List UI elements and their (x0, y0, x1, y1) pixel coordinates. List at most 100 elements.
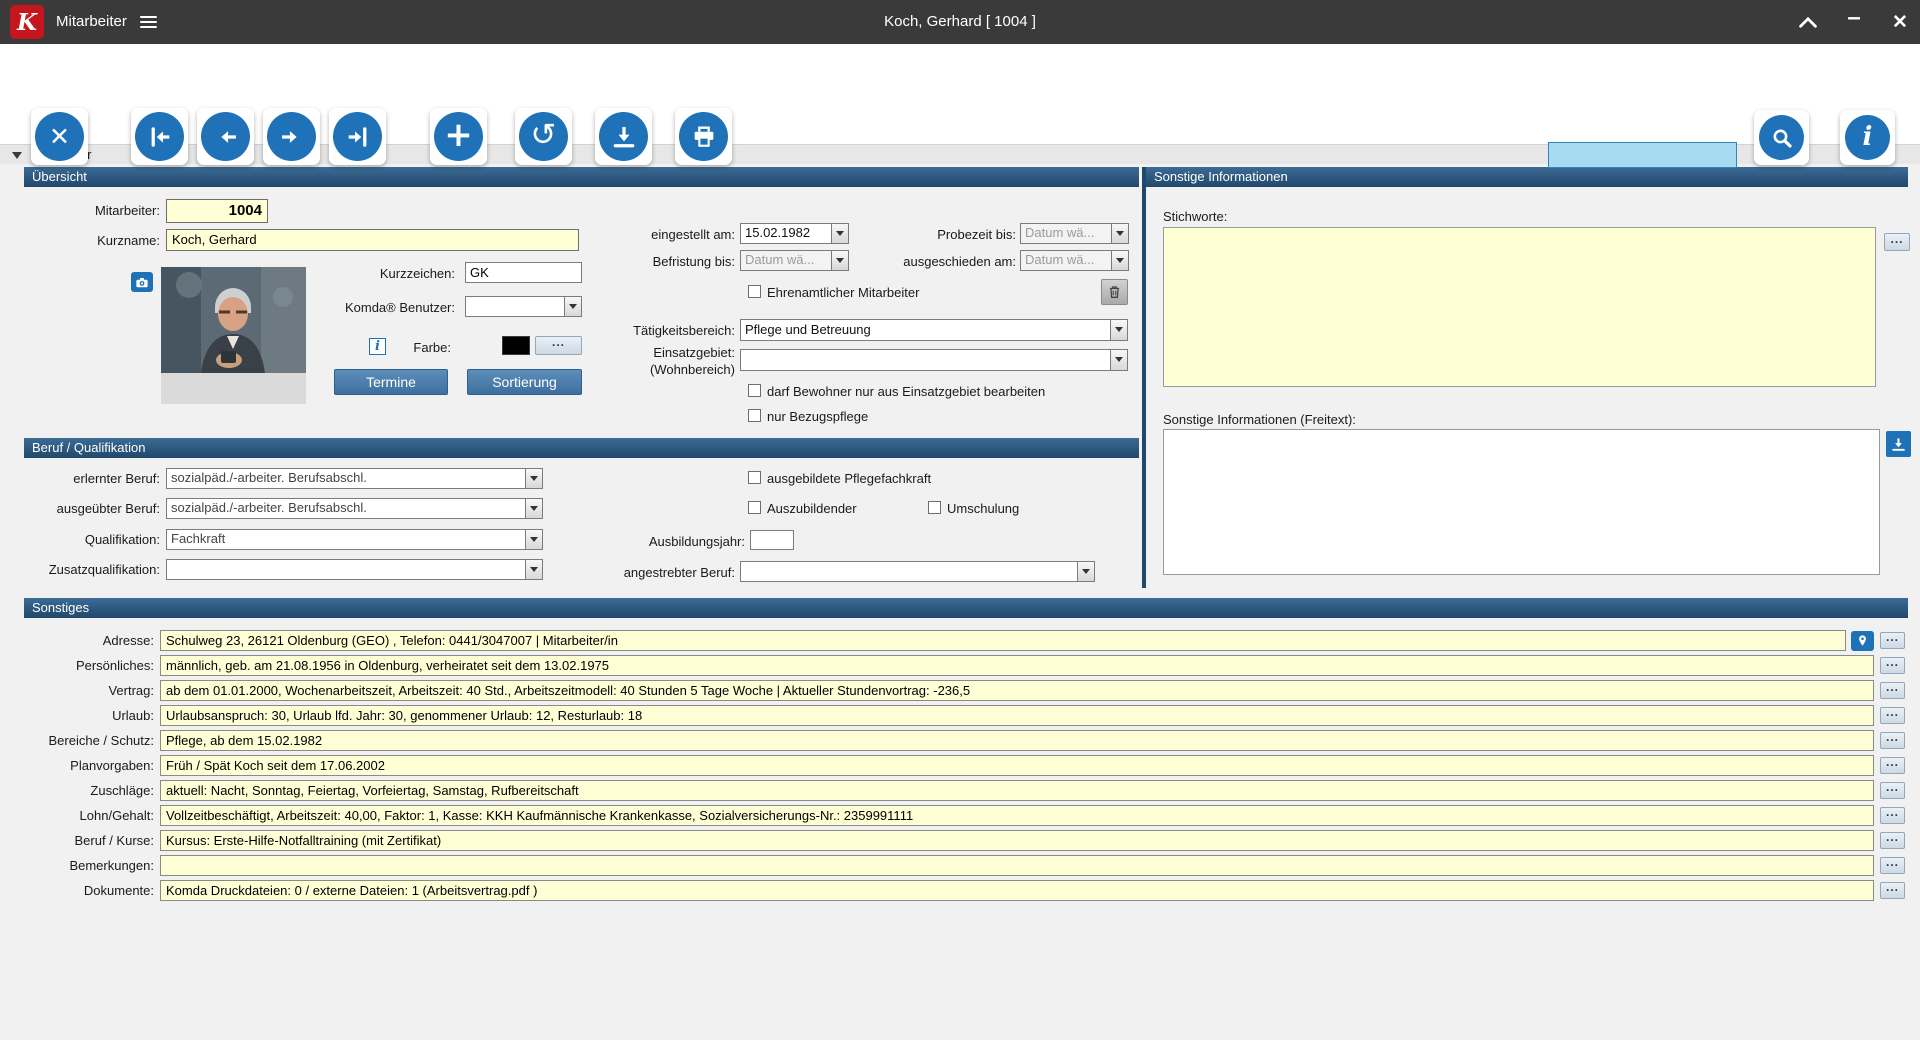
ellipsis-button[interactable]: ... (1880, 656, 1905, 674)
chevron-down-icon[interactable] (564, 297, 581, 316)
befristung-date-select[interactable]: Datum wä... (740, 250, 849, 271)
einsatzgebiet-sublabel: (Wohnbereich) (649, 362, 735, 377)
einsatzgebiet-select[interactable] (740, 349, 1128, 371)
chevron-down-icon[interactable] (1111, 251, 1128, 270)
chevron-down-icon[interactable] (831, 251, 848, 270)
urlaub-field[interactable]: Urlaubsanspruch: 30, Urlaub lfd. Jahr: 3… (160, 705, 1874, 726)
hamburger-menu-icon[interactable] (140, 16, 157, 31)
zuschlaege-field[interactable]: aktuell: Nacht, Sonntag, Feiertag, Vorfe… (160, 780, 1874, 801)
kurse-field[interactable]: Kursus: Erste-Hilfe-Notfalltraining (mit… (160, 830, 1874, 851)
ellipsis-button[interactable]: ... (1880, 806, 1905, 824)
row-label: Lohn/Gehalt: (79, 808, 154, 823)
pflegefachkraft-checkbox-label: ausgebildete Pflegefachkraft (767, 471, 932, 486)
ausgeuebter-beruf-select[interactable]: sozialpäd./-arbeiter. Berufsabschl. (166, 498, 543, 519)
ellipsis-button[interactable]: ... (1880, 756, 1905, 774)
ellipsis-button[interactable]: ... (1880, 631, 1905, 649)
sortierung-button[interactable]: Sortierung (467, 369, 582, 395)
kurzname-field[interactable]: Koch, Gerhard (166, 229, 579, 251)
zusatzqualifikation-select[interactable] (166, 559, 543, 580)
row-label: Planvorgaben: (70, 758, 154, 773)
chevron-down-icon[interactable] (525, 560, 542, 579)
first-record-button[interactable] (131, 108, 188, 165)
color-info-icon[interactable]: i (369, 338, 386, 355)
row-label: Zuschläge: (90, 783, 154, 798)
map-pin-button[interactable] (1851, 630, 1874, 651)
eingestellt-date-select[interactable]: 15.02.1982 (740, 223, 849, 244)
adresse-field[interactable]: Schulweg 23, 26121 Oldenburg (GEO) , Tel… (160, 630, 1846, 651)
probezeit-date-select[interactable]: Datum wä... (1020, 223, 1129, 244)
row-label: Bemerkungen: (69, 858, 154, 873)
ellipsis-button[interactable]: ... (1880, 781, 1905, 799)
color-swatch[interactable] (502, 336, 530, 355)
ellipsis-button[interactable]: ... (1880, 706, 1905, 724)
qualifikation-select[interactable]: Fachkraft (166, 529, 543, 550)
planvorgaben-field[interactable]: Früh / Spät Koch seit dem 17.06.2002 (160, 755, 1874, 776)
print-button[interactable] (675, 108, 732, 165)
undo-button[interactable]: ↺ (515, 108, 572, 165)
triangle-down-icon[interactable] (12, 152, 22, 159)
app-label: Mitarbeiter (56, 13, 127, 30)
stichworte-ellipsis-button[interactable]: ... (1884, 233, 1910, 251)
angestrebter-beruf-label: angestrebter Beruf: (623, 565, 735, 580)
chevron-down-icon[interactable] (525, 499, 542, 518)
umschulung-checkbox-label: Umschulung (947, 501, 1020, 516)
delete-button[interactable] (1101, 279, 1128, 305)
summary-row-adresse: Adresse: Schulweg 23, 26121 Oldenburg (G… (0, 630, 1920, 651)
umschulung-checkbox[interactable] (928, 501, 941, 514)
bereiche-field[interactable]: Pflege, ab dem 15.02.1982 (160, 730, 1874, 751)
lohn-field[interactable]: Vollzeitbeschäftigt, Arbeitszeit: 40,00,… (160, 805, 1874, 826)
summary-row-bemerkungen: Bemerkungen: ... (0, 855, 1920, 876)
ausbildungsjahr-field[interactable] (750, 530, 794, 550)
probezeit-label: Probezeit bis: (937, 227, 1016, 242)
ehrenamt-checkbox[interactable] (748, 285, 761, 298)
info-button[interactable]: i (1840, 110, 1895, 165)
auszubildender-checkbox[interactable] (748, 501, 761, 514)
next-record-button[interactable] (263, 108, 320, 165)
einsatzgebiet-checkbox[interactable] (748, 384, 761, 397)
add-record-button[interactable]: + (430, 108, 487, 165)
ellipsis-button[interactable]: ... (1880, 856, 1905, 874)
chevron-down-icon[interactable] (525, 469, 542, 488)
kurzzeichen-field[interactable]: GK (465, 262, 582, 283)
termine-button[interactable]: Termine (334, 369, 448, 395)
taetigkeitsbereich-select[interactable]: Pflege und Betreuung (740, 319, 1128, 341)
quick-search-input[interactable] (1548, 142, 1737, 168)
minimize-button[interactable]: – (1842, 4, 1866, 36)
chevron-down-icon[interactable] (1077, 562, 1094, 581)
ellipsis-button[interactable]: ... (1880, 731, 1905, 749)
previous-record-button[interactable] (197, 108, 254, 165)
close-window-button[interactable]: ✕ (1888, 8, 1912, 36)
bezugspflege-checkbox[interactable] (748, 409, 761, 422)
komda-benutzer-select[interactable] (465, 296, 582, 317)
freitext-textarea[interactable] (1163, 429, 1880, 575)
close-record-button[interactable]: ✕ (31, 108, 88, 165)
rollup-window-button[interactable] (1796, 8, 1820, 36)
chevron-down-icon[interactable] (1110, 350, 1127, 370)
ellipsis-button[interactable]: ... (1880, 681, 1905, 699)
chevron-down-icon[interactable] (1111, 224, 1128, 243)
ellipsis-button[interactable]: ... (1880, 881, 1905, 899)
save-button[interactable] (595, 108, 652, 165)
pflegefachkraft-checkbox[interactable] (748, 471, 761, 484)
mitarbeiter-number-field[interactable]: 1004 (166, 199, 268, 223)
last-record-button[interactable] (329, 108, 386, 165)
vertrag-field[interactable]: ab dem 01.01.2000, Wochenarbeitszeit, Ar… (160, 680, 1874, 701)
freitext-download-button[interactable] (1886, 431, 1911, 457)
toolbar: ✕ + ↺ i (0, 44, 1920, 168)
camera-button[interactable] (131, 272, 153, 292)
ellipsis-button[interactable]: ... (1880, 831, 1905, 849)
ausgeschieden-date-select[interactable]: Datum wä... (1020, 250, 1129, 271)
erlernter-beruf-select[interactable]: sozialpäd./-arbeiter. Berufsabschl. (166, 468, 543, 489)
search-button[interactable] (1754, 110, 1809, 165)
bemerkungen-field[interactable] (160, 855, 1874, 876)
chevron-up-icon (1799, 16, 1817, 28)
dokumente-field[interactable]: Komda Druckdateien: 0 / externe Dateien:… (160, 880, 1874, 901)
stichworte-textarea[interactable] (1163, 227, 1876, 387)
chevron-down-icon[interactable] (831, 224, 848, 243)
chevron-down-icon[interactable] (525, 530, 542, 549)
ausgeuebter-beruf-label: ausgeübter Beruf: (56, 501, 160, 516)
persoenliches-field[interactable]: männlich, geb. am 21.08.1956 in Oldenbur… (160, 655, 1874, 676)
angestrebter-beruf-select[interactable] (740, 561, 1095, 582)
chevron-down-icon[interactable] (1110, 320, 1127, 340)
befristung-label: Befristung bis: (652, 254, 735, 269)
